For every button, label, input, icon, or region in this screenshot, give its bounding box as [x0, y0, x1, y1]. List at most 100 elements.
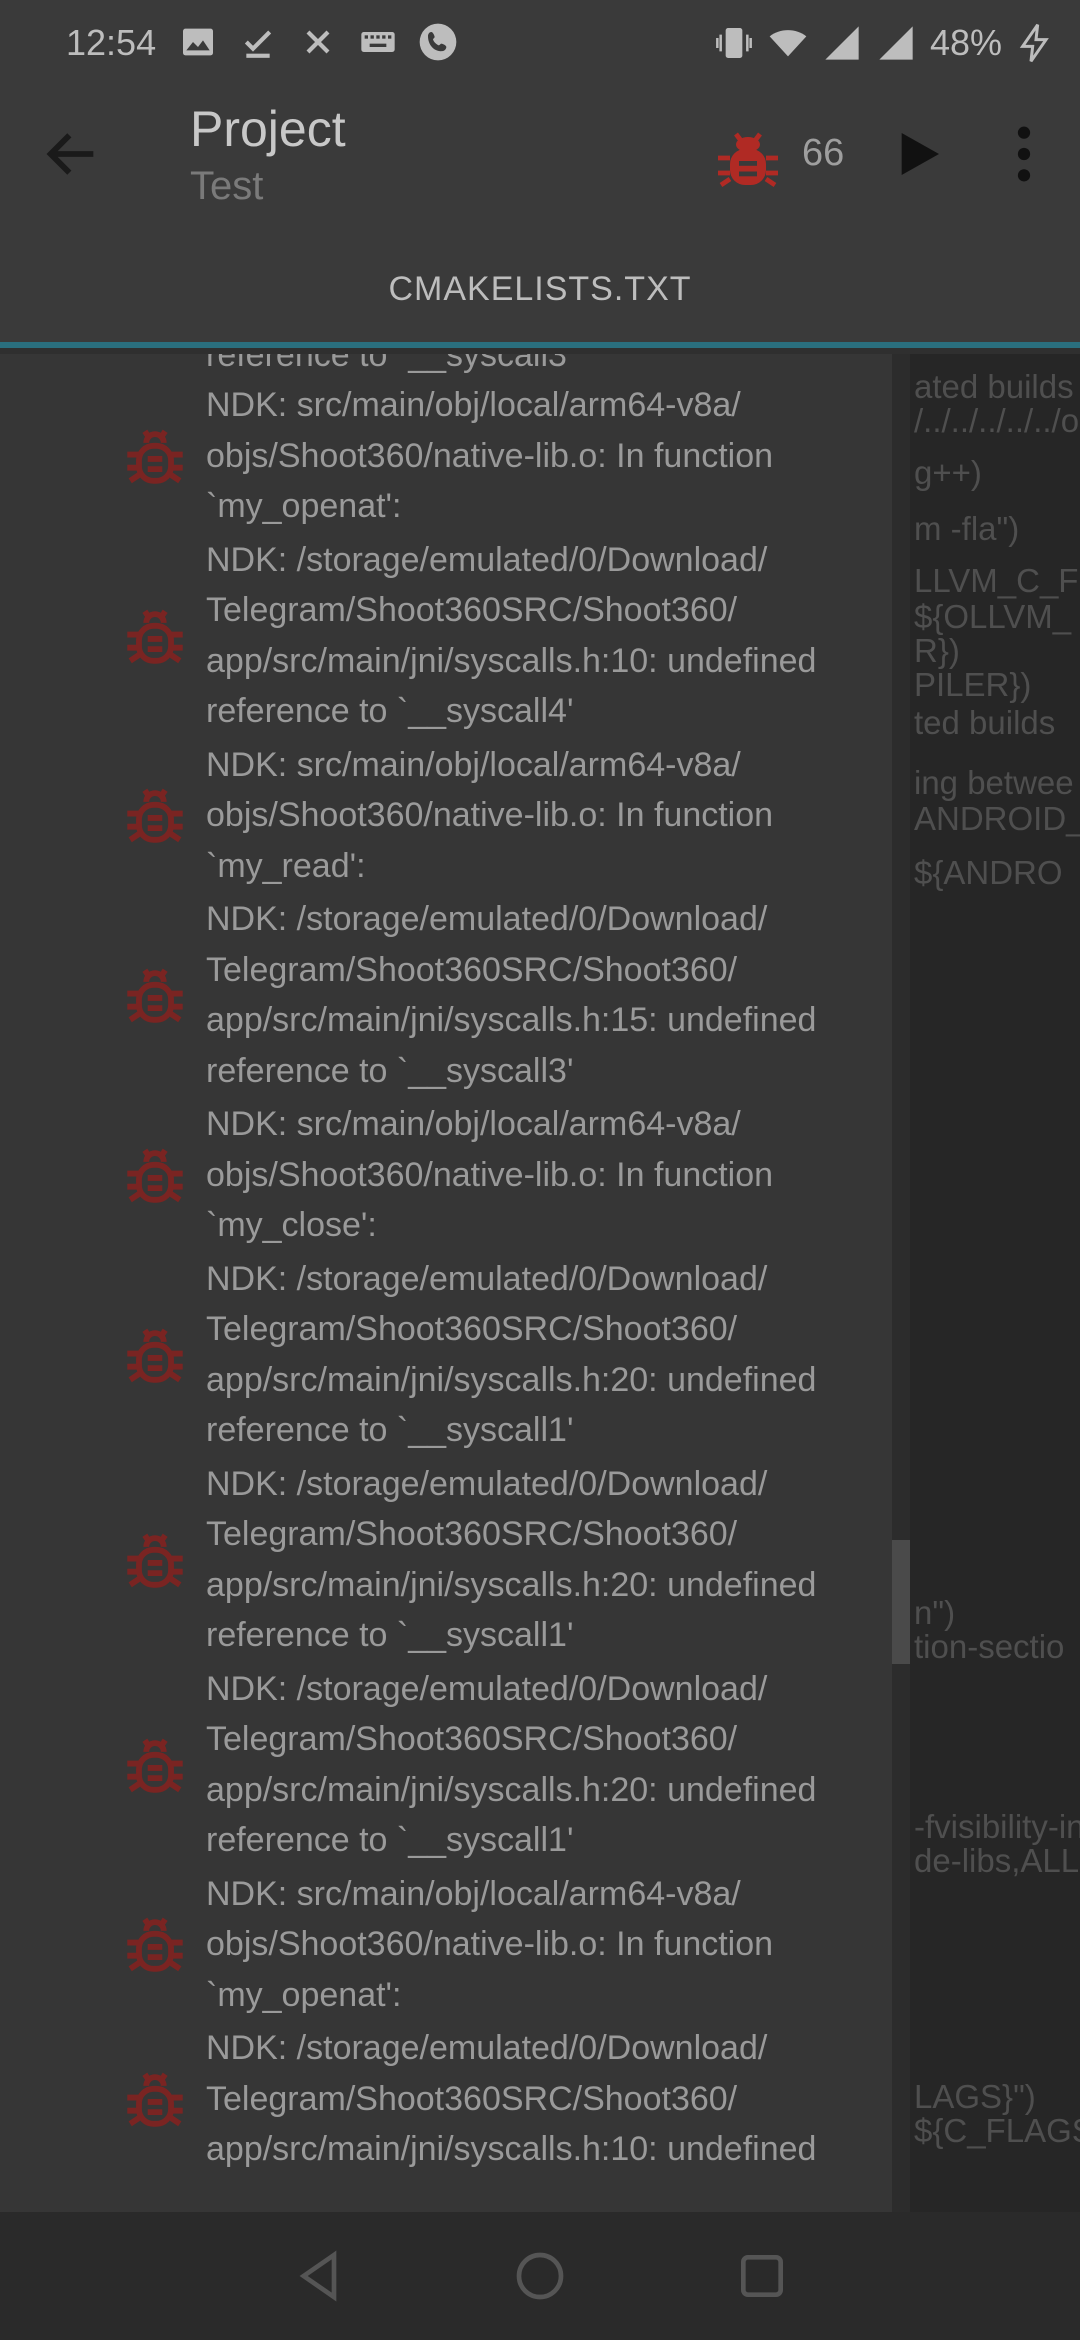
log-line: Telegram/Shoot360SRC/Shoot360/	[206, 1515, 738, 1553]
log-line: objs/Shoot360/native-lib.o: In function	[206, 436, 774, 475]
log-line: reference to `__syscall3'	[206, 1051, 574, 1090]
log-line: app/src/main/jni/syscalls.h:10: undefine…	[206, 641, 817, 680]
wifi-icon	[769, 30, 807, 57]
scrollbar-track[interactable]	[892, 354, 910, 2212]
bug-icon	[127, 2072, 183, 2127]
log-line: NDK: /storage/emulated/0/Download/	[206, 900, 768, 938]
log-line: NDK: /storage/emulated/0/Download/	[206, 2029, 768, 2067]
log-message: NDK: src/main/obj/local/arm64-v8a/objs/S…	[206, 740, 886, 892]
code-line: LLVM_C_FLA	[914, 562, 1080, 599]
log-line: `my_close':	[206, 1206, 377, 1244]
code-line: ${C_FLAGS	[914, 2112, 1080, 2149]
app-bar: Project Test 66	[0, 92, 1080, 216]
log-line: NDK: src/main/obj/local/arm64-v8a/	[206, 745, 741, 784]
nav-back-icon[interactable]	[292, 2248, 348, 2304]
charging-icon	[1019, 23, 1049, 63]
log-entry[interactable]: NDK: /storage/emulated/0/Download/Telegr…	[0, 2023, 892, 2175]
log-line: NDK: src/main/obj/local/arm64-v8a/	[206, 386, 741, 424]
page-title: Project	[190, 101, 346, 157]
code-line: m -fla")	[914, 510, 1020, 547]
code-line: ANDROID_	[914, 800, 1080, 837]
log-line: `my_read':	[206, 846, 366, 885]
bug-icon[interactable]	[712, 122, 784, 194]
code-line: tion-sectio	[914, 1628, 1065, 1665]
log-line: app/src/main/jni/syscalls.h:20: undefine…	[206, 1360, 817, 1399]
bug-icon	[127, 788, 183, 843]
log-line: objs/Shoot360/native-lib.o: In function	[206, 796, 774, 834]
bug-icon	[127, 1328, 183, 1383]
log-message: NDK: /storage/emulated/0/Download/Telegr…	[206, 1254, 886, 1456]
code-editor[interactable]: ated builds/../../../../../o g++) m -fla")…	[910, 354, 1080, 2212]
log-line: `my_openat':	[206, 1975, 402, 2014]
code-line: n")	[914, 1594, 956, 1631]
navigation-bar	[0, 2212, 1080, 2340]
log-entry[interactable]: NDK: /storage/emulated/0/Download/Telegr…	[0, 1459, 892, 1661]
log-message: NDK: /storage/emulated/0/Download/Telegr…	[206, 1459, 886, 1661]
bug-icon	[127, 968, 183, 1023]
nav-recents-icon[interactable]	[734, 2248, 790, 2304]
log-line: reference to `__syscall3'	[206, 354, 574, 374]
screen: 12:54 48% Project Test 66 CMAKELISTS.TXT…	[0, 0, 1080, 2340]
code-line: de-libs,ALL	[914, 1842, 1080, 1879]
log-line: reference to `__syscall1'	[206, 1616, 574, 1654]
log-line: `my_openat':	[206, 487, 402, 525]
log-line: app/src/main/jni/syscalls.h:20: undefine…	[206, 1565, 817, 1604]
log-message: NDK: src/main/obj/local/arm64-v8a/objs/S…	[206, 380, 886, 532]
page-subtitle: Test	[190, 164, 264, 208]
log-line: Telegram/Shoot360SRC/Shoot360/	[206, 950, 738, 989]
build-log-panel[interactable]: reference to `__syscall3' NDK: src/main/…	[0, 354, 892, 2212]
bug-count: 66	[802, 132, 845, 174]
log-message: NDK: /storage/emulated/0/Download/Telegr…	[206, 894, 886, 1096]
bug-icon	[127, 429, 183, 484]
code-line: /../../../../../o	[914, 402, 1080, 439]
log-message: NDK: src/main/obj/local/arm64-v8a/objs/S…	[206, 1099, 886, 1251]
log-message: NDK: /storage/emulated/0/Download/Telegr…	[206, 1664, 886, 1866]
code-line: ated builds	[914, 368, 1074, 405]
bug-icon	[127, 1917, 183, 1972]
log-line: Telegram/Shoot360SRC/Shoot360/	[206, 591, 738, 629]
log-line: NDK: /storage/emulated/0/Download/	[206, 1669, 768, 1708]
log-entry[interactable]: NDK: src/main/obj/local/arm64-v8a/objs/S…	[0, 740, 892, 892]
vibrate-icon	[716, 28, 752, 58]
log-entry[interactable]: NDK: /storage/emulated/0/Download/Telegr…	[0, 1664, 892, 1866]
code-line: LAGS}")	[914, 2078, 1036, 2115]
keyboard-icon	[361, 32, 395, 52]
file-tabs: CMAKELISTS.TXT	[0, 216, 1080, 348]
image-icon	[183, 28, 213, 56]
code-line: PILER})	[914, 666, 1032, 703]
log-line: app/src/main/jni/syscalls.h:20: undefine…	[206, 1770, 817, 1809]
code-line: -fvisibility-in	[914, 1808, 1080, 1845]
log-entry[interactable]: NDK: src/main/obj/local/arm64-v8a/objs/S…	[0, 380, 892, 532]
log-line: app/src/main/jni/syscalls.h:15: undefine…	[206, 1001, 817, 1039]
log-line: NDK: src/main/obj/local/arm64-v8a/	[206, 1874, 741, 1913]
log-entry[interactable]: NDK: /storage/emulated/0/Download/Telegr…	[0, 535, 892, 737]
code-line: ${ANDRO	[914, 854, 1063, 891]
notification-icons	[178, 22, 458, 62]
log-message: NDK: src/main/obj/local/arm64-v8a/objs/S…	[206, 1869, 886, 2021]
back-arrow-icon[interactable]	[40, 122, 104, 186]
log-entry[interactable]: NDK: src/main/obj/local/arm64-v8a/objs/S…	[0, 1869, 892, 2021]
phone-icon	[419, 23, 457, 61]
signal-icon	[825, 26, 859, 60]
close-icon	[306, 30, 330, 54]
log-entry[interactable]: NDK: src/main/obj/local/arm64-v8a/objs/S…	[0, 1099, 892, 1251]
play-icon[interactable]	[890, 126, 946, 182]
status-bar: 12:54 48%	[0, 0, 1080, 92]
battery-percent: 48%	[929, 22, 1002, 63]
code-line: ${OLLVM_	[914, 598, 1072, 635]
more-vert-icon[interactable]	[1000, 122, 1048, 186]
log-entry[interactable]: NDK: /storage/emulated/0/Download/Telegr…	[0, 1254, 892, 1456]
code-line: ted builds	[914, 704, 1056, 741]
nav-home-icon[interactable]	[512, 2248, 568, 2304]
log-line: NDK: /storage/emulated/0/Download/	[206, 540, 768, 579]
log-line: objs/Shoot360/native-lib.o: In function	[206, 1155, 774, 1194]
log-line: reference to `__syscall4'	[206, 692, 574, 730]
log-line: objs/Shoot360/native-lib.o: In function	[206, 1925, 774, 1963]
signal-icon	[879, 26, 913, 60]
log-entry[interactable]: NDK: /storage/emulated/0/Download/Telegr…	[0, 894, 892, 1096]
scrollbar-thumb[interactable]	[892, 1540, 910, 1664]
log-line: Telegram/Shoot360SRC/Shoot360/	[206, 1720, 738, 1758]
code-line: R})	[914, 632, 960, 669]
tab-cmakelists[interactable]: CMAKELISTS.TXT	[0, 270, 1080, 309]
bug-icon	[127, 1148, 183, 1203]
